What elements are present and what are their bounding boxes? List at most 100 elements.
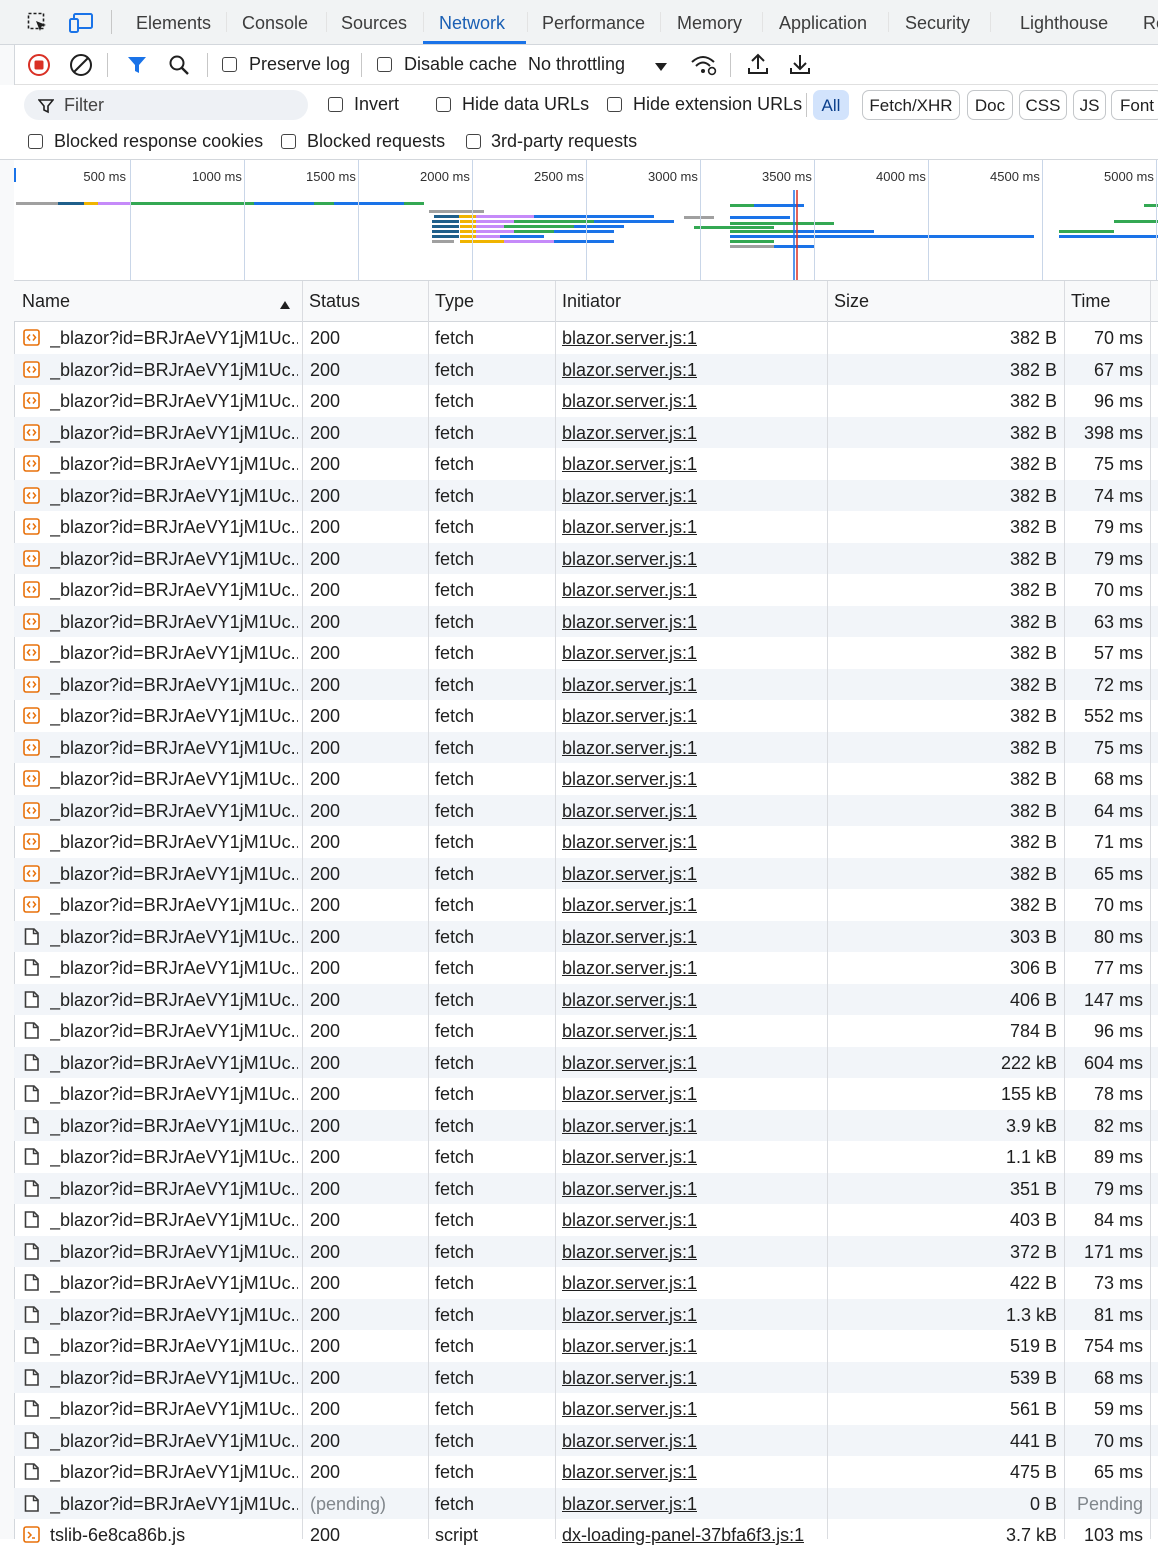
table-row[interactable]: _blazor?id=BRJrAeVY1jM1Uc... 200 fetch blaz… — [14, 1141, 1158, 1173]
blocked-requests-checkbox[interactable] — [281, 134, 296, 149]
request-initiator-link[interactable]: blazor.server.js:1 — [562, 448, 697, 480]
request-initiator-link[interactable]: blazor.server.js:1 — [562, 763, 697, 795]
request-initiator-link[interactable]: blazor.server.js:1 — [562, 858, 697, 890]
table-row[interactable]: _blazor?id=BRJrAeVY1jM1Uc... 200 fetch blaz… — [14, 416, 1158, 449]
table-row[interactable]: _blazor?id=BRJrAeVY1jM1Uc... (pending) fet… — [14, 1487, 1158, 1520]
preserve-log-checkbox[interactable] — [222, 57, 237, 72]
request-initiator-link[interactable]: blazor.server.js:1 — [562, 574, 697, 606]
search-icon[interactable] — [167, 53, 191, 82]
table-row[interactable]: _blazor?id=BRJrAeVY1jM1Uc... 200 fetch blaz… — [14, 1393, 1158, 1425]
third-party-requests-checkbox[interactable] — [466, 134, 481, 149]
stop-recording-icon[interactable] — [27, 53, 51, 82]
table-row[interactable]: _blazor?id=BRJrAeVY1jM1Uc... 200 fetch blaz… — [14, 1109, 1158, 1142]
column-header-status[interactable]: Status — [309, 281, 360, 321]
table-row[interactable]: _blazor?id=BRJrAeVY1jM1Uc... 200 fetch blaz… — [14, 794, 1158, 827]
export-har-icon[interactable] — [789, 52, 811, 81]
type-filter-font[interactable]: Font — [1111, 90, 1158, 120]
request-initiator-link[interactable]: blazor.server.js:1 — [562, 606, 697, 638]
throttling-select[interactable]: No throttling — [528, 54, 625, 75]
inspect-element-icon[interactable] — [27, 12, 49, 39]
table-row[interactable]: _blazor?id=BRJrAeVY1jM1Uc... 200 fetch blaz… — [14, 668, 1158, 701]
tab-network[interactable]: Network — [439, 0, 505, 44]
type-filter-fetch-xhr[interactable]: Fetch/XHR — [862, 90, 960, 120]
filter-funnel-icon[interactable] — [126, 54, 148, 81]
table-row[interactable]: _blazor?id=BRJrAeVY1jM1Uc... 200 fetch blaz… — [14, 637, 1158, 669]
table-row[interactable]: _blazor?id=BRJrAeVY1jM1Uc... 200 fetch blaz… — [14, 1361, 1158, 1394]
hide-extension-urls-checkbox[interactable] — [607, 97, 622, 112]
table-row[interactable]: _blazor?id=BRJrAeVY1jM1Uc... 200 fetch blaz… — [14, 448, 1158, 480]
request-initiator-link[interactable]: blazor.server.js:1 — [562, 1173, 697, 1205]
request-initiator-link[interactable]: blazor.server.js:1 — [562, 795, 697, 827]
request-initiator-link[interactable]: blazor.server.js:1 — [562, 984, 697, 1016]
request-initiator-link[interactable]: blazor.server.js:1 — [562, 1110, 697, 1142]
table-row[interactable]: _blazor?id=BRJrAeVY1jM1Uc... 200 fetch blaz… — [14, 1456, 1158, 1488]
request-initiator-link[interactable]: blazor.server.js:1 — [562, 1236, 697, 1268]
request-initiator-link[interactable]: blazor.server.js:1 — [562, 1362, 697, 1394]
request-initiator-link[interactable]: blazor.server.js:1 — [562, 889, 697, 921]
request-initiator-link[interactable]: blazor.server.js:1 — [562, 354, 697, 386]
table-row[interactable]: _blazor?id=BRJrAeVY1jM1Uc... 200 fetch blaz… — [14, 1424, 1158, 1457]
device-toolbar-icon[interactable] — [69, 12, 95, 39]
table-row[interactable]: _blazor?id=BRJrAeVY1jM1Uc... 200 fetch blaz… — [14, 1078, 1158, 1110]
tab-memory[interactable]: Memory — [677, 0, 742, 44]
table-row[interactable]: _blazor?id=BRJrAeVY1jM1Uc... 200 fetch blaz… — [14, 511, 1158, 543]
table-row[interactable]: _blazor?id=BRJrAeVY1jM1Uc... 200 fetch blaz… — [14, 1204, 1158, 1236]
import-har-icon[interactable] — [747, 52, 769, 81]
table-row[interactable]: _blazor?id=BRJrAeVY1jM1Uc... 200 fetch blaz… — [14, 1015, 1158, 1047]
table-row[interactable]: _blazor?id=BRJrAeVY1jM1Uc... 200 fetch blaz… — [14, 1172, 1158, 1205]
column-header-type[interactable]: Type — [435, 281, 474, 321]
invert-checkbox[interactable] — [328, 97, 343, 112]
blocked-response-cookies-checkbox[interactable] — [28, 134, 43, 149]
table-row[interactable]: _blazor?id=BRJrAeVY1jM1Uc... 200 fetch blaz… — [14, 542, 1158, 575]
request-initiator-link[interactable]: blazor.server.js:1 — [562, 511, 697, 543]
request-initiator-link[interactable]: blazor.server.js:1 — [562, 669, 697, 701]
request-initiator-link[interactable]: blazor.server.js:1 — [562, 1141, 697, 1173]
table-row[interactable]: tslib-6e8ca86b.js 200 script dx-loading-pan… — [14, 1519, 1158, 1551]
request-initiator-link[interactable]: blazor.server.js:1 — [562, 826, 697, 858]
chevron-down-icon[interactable] — [654, 58, 668, 78]
request-initiator-link[interactable]: blazor.server.js:1 — [562, 637, 697, 669]
request-initiator-link[interactable]: blazor.server.js:1 — [562, 921, 697, 953]
table-row[interactable]: _blazor?id=BRJrAeVY1jM1Uc... 200 fetch blaz… — [14, 952, 1158, 984]
request-initiator-link[interactable]: blazor.server.js:1 — [562, 417, 697, 449]
table-row[interactable]: _blazor?id=BRJrAeVY1jM1Uc... 200 fetch blaz… — [14, 826, 1158, 858]
request-initiator-link[interactable]: blazor.server.js:1 — [562, 1299, 697, 1331]
table-row[interactable]: _blazor?id=BRJrAeVY1jM1Uc... 200 fetch blaz… — [14, 1046, 1158, 1078]
request-initiator-link[interactable]: blazor.server.js:1 — [562, 1488, 697, 1520]
request-initiator-link[interactable]: blazor.server.js:1 — [562, 1204, 697, 1236]
column-header-initiator[interactable]: Initiator — [562, 281, 621, 321]
table-row[interactable]: _blazor?id=BRJrAeVY1jM1Uc... 200 fetch blaz… — [14, 479, 1158, 512]
table-row[interactable]: _blazor?id=BRJrAeVY1jM1Uc... 200 fetch blaz… — [14, 983, 1158, 1016]
table-row[interactable]: _blazor?id=BRJrAeVY1jM1Uc... 200 fetch blaz… — [14, 763, 1158, 795]
table-row[interactable]: _blazor?id=BRJrAeVY1jM1Uc... 200 fetch blaz… — [14, 920, 1158, 953]
request-initiator-link[interactable]: blazor.server.js:1 — [562, 1425, 697, 1457]
tab-performance[interactable]: Performance — [542, 0, 645, 44]
tab-security[interactable]: Security — [905, 0, 970, 44]
type-filter-js[interactable]: JS — [1073, 90, 1106, 120]
request-initiator-link[interactable]: dx-loading-panel-37bfa6f3.js:1 — [562, 1519, 804, 1551]
request-initiator-link[interactable]: blazor.server.js:1 — [562, 1330, 697, 1362]
table-row[interactable]: _blazor?id=BRJrAeVY1jM1Uc... 200 fetch blaz… — [14, 1330, 1158, 1362]
request-initiator-link[interactable]: blazor.server.js:1 — [562, 385, 697, 417]
table-row[interactable]: _blazor?id=BRJrAeVY1jM1Uc... 200 fetch blaz… — [14, 700, 1158, 732]
request-initiator-link[interactable]: blazor.server.js:1 — [562, 1393, 697, 1425]
disable-cache-checkbox[interactable] — [377, 57, 392, 72]
type-filter-css[interactable]: CSS — [1019, 90, 1067, 120]
tab-application[interactable]: Application — [779, 0, 867, 44]
request-initiator-link[interactable]: blazor.server.js:1 — [562, 322, 697, 354]
table-row[interactable]: _blazor?id=BRJrAeVY1jM1Uc... 200 fetch blaz… — [14, 605, 1158, 638]
request-initiator-link[interactable]: blazor.server.js:1 — [562, 732, 697, 764]
request-initiator-link[interactable]: blazor.server.js:1 — [562, 952, 697, 984]
table-row[interactable]: _blazor?id=BRJrAeVY1jM1Uc... 200 fetch blaz… — [14, 857, 1158, 890]
request-initiator-link[interactable]: blazor.server.js:1 — [562, 1078, 697, 1110]
network-overview-timeline[interactable]: 500 ms 1000 ms 1500 ms 2000 ms 2500 ms 3000 m… — [14, 160, 1158, 281]
table-row[interactable]: _blazor?id=BRJrAeVY1jM1Uc... 200 fetch blaz… — [14, 1298, 1158, 1331]
column-header-time[interactable]: Time — [1071, 281, 1110, 321]
table-row[interactable]: _blazor?id=BRJrAeVY1jM1Uc... 200 fetch blaz… — [14, 1267, 1158, 1299]
hide-data-urls-checkbox[interactable] — [436, 97, 451, 112]
request-initiator-link[interactable]: blazor.server.js:1 — [562, 543, 697, 575]
tab-console[interactable]: Console — [242, 0, 308, 44]
column-header-size[interactable]: Size — [834, 281, 869, 321]
request-initiator-link[interactable]: blazor.server.js:1 — [562, 480, 697, 512]
table-row[interactable]: _blazor?id=BRJrAeVY1jM1Uc... 200 fetch blaz… — [14, 731, 1158, 764]
